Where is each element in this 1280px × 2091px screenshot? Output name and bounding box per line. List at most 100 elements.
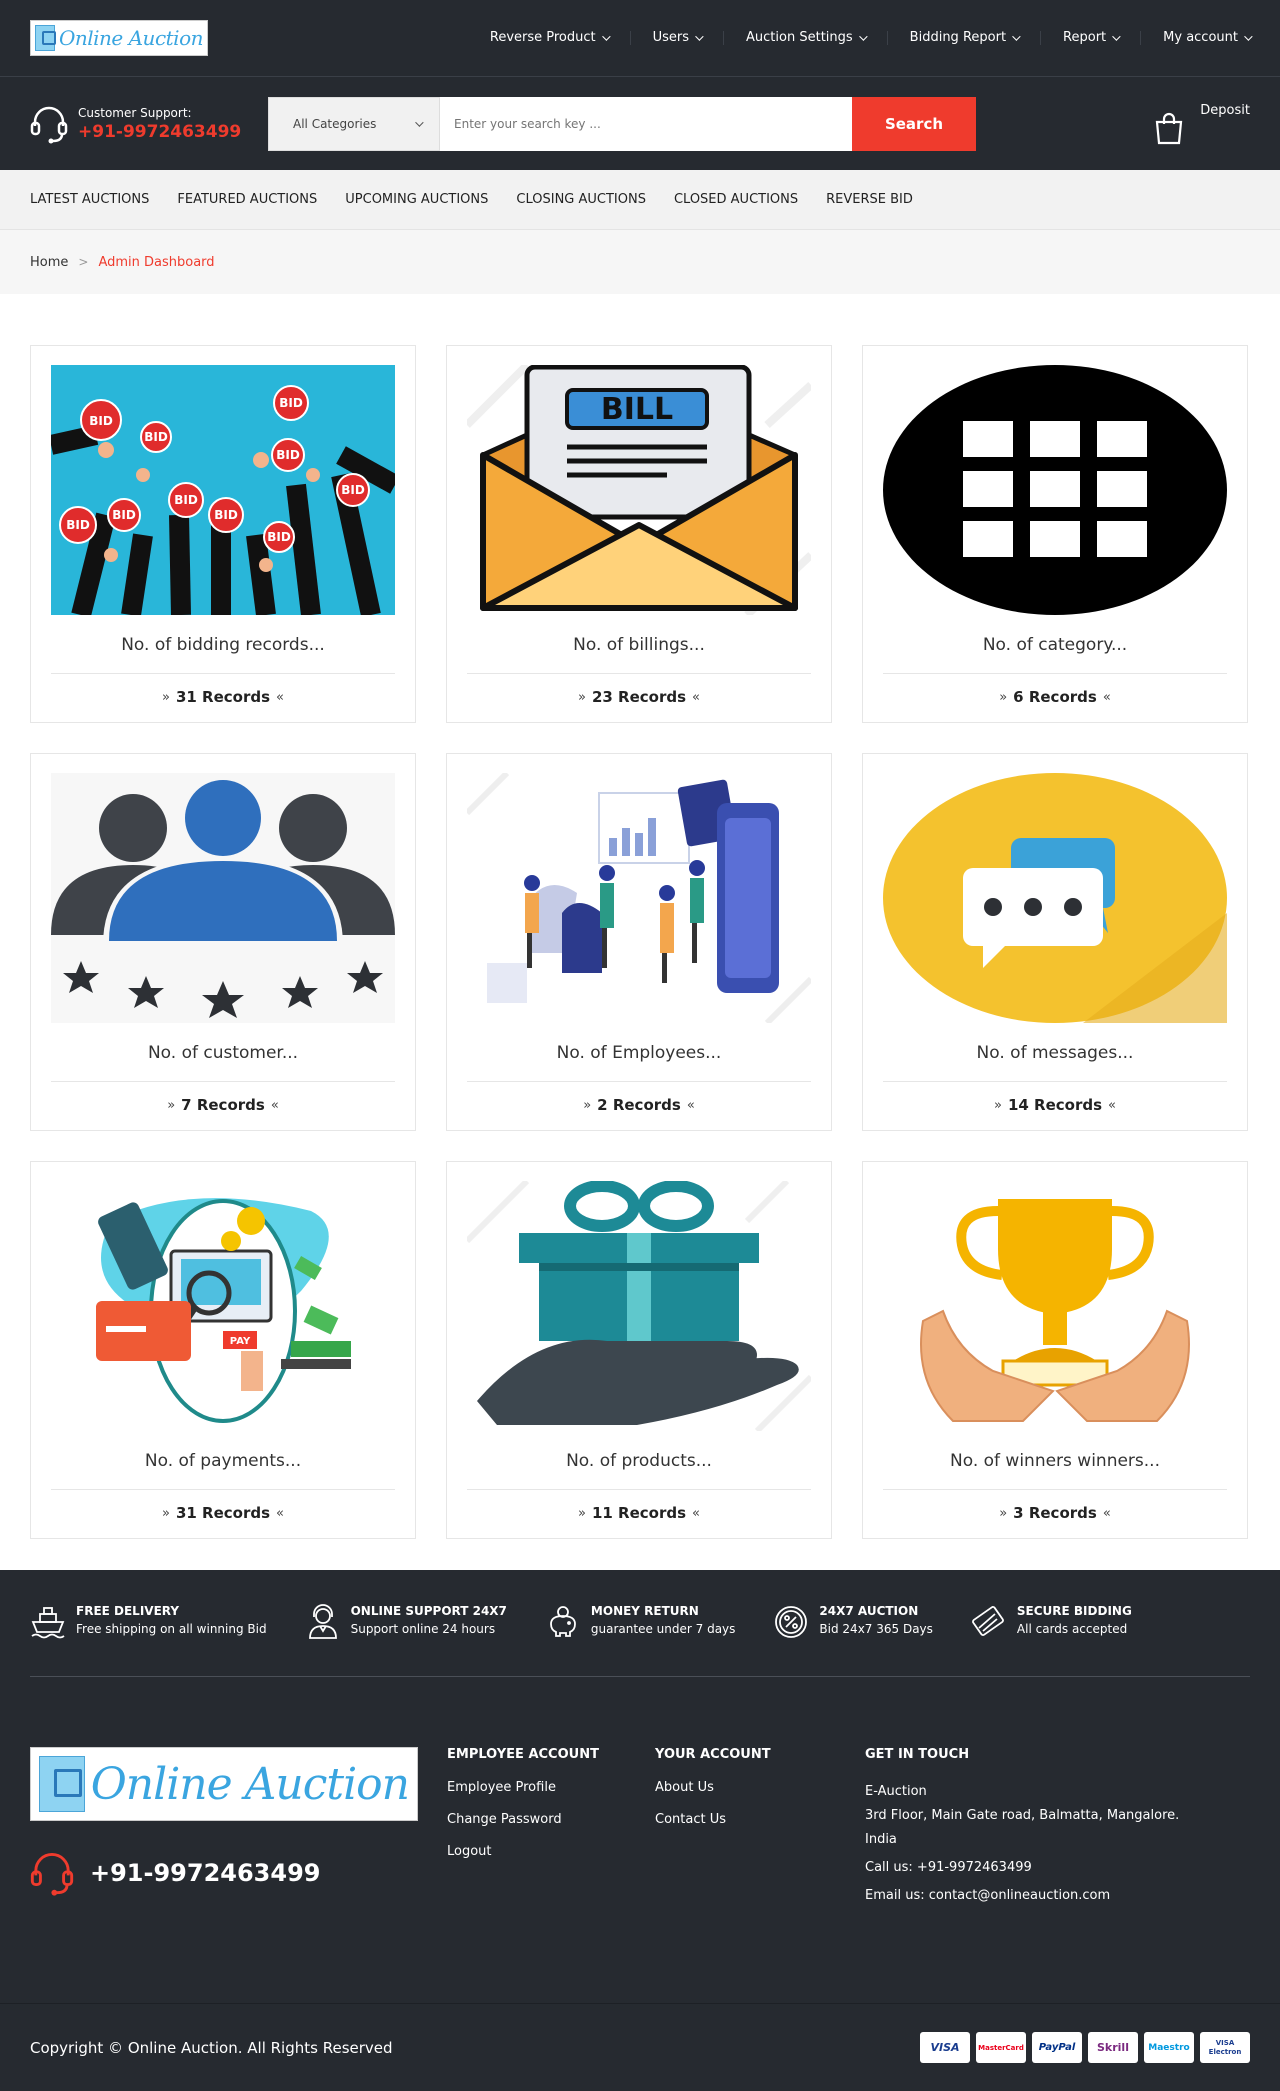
footer-link-contact-us[interactable]: Contact Us (655, 1812, 865, 1827)
nav-closed-auctions[interactable]: CLOSED AUCTIONS (674, 192, 798, 207)
maestro-icon: Maestro (1144, 2032, 1194, 2063)
payment-illustration-image: PAY (51, 1181, 395, 1431)
deposit-link[interactable]: Deposit (1154, 103, 1250, 145)
nav-reverse-bid[interactable]: REVERSE BID (826, 192, 913, 207)
footer-link-about-us[interactable]: About Us (655, 1780, 865, 1795)
nav-auction-settings[interactable]: Auction Settings (724, 31, 888, 45)
support-label: Customer Support: (78, 105, 192, 120)
card-category[interactable]: No. of category... » 6 Records « (862, 345, 1248, 723)
search-button[interactable]: Search (852, 96, 976, 151)
footer-link-employee-profile[interactable]: Employee Profile (447, 1780, 655, 1795)
nav-featured-auctions[interactable]: FEATURED AUCTIONS (177, 192, 317, 207)
bill-envelope-image: BILL (467, 365, 811, 615)
copyright-text: Copyright © Online Auction. All Rights R… (30, 2038, 393, 2057)
footer-logo-text: Online Auction (90, 1758, 410, 1810)
card-products[interactable]: No. of products... » 11 Records « (446, 1161, 832, 1539)
double-chevron-right-icon: » (999, 689, 1008, 705)
nav-upcoming-auctions[interactable]: UPCOMING AUCTIONS (345, 192, 488, 207)
nav-users[interactable]: Users (631, 31, 725, 45)
piggy-bank-icon (550, 1606, 576, 1637)
gavel-logo-icon (35, 25, 56, 51)
card-records[interactable]: » 31 Records « (162, 688, 284, 706)
bid-label-text: BID (89, 414, 113, 428)
card-divider (51, 673, 395, 674)
double-chevron-right-icon: » (167, 1097, 176, 1113)
card-records[interactable]: » 11 Records « (578, 1504, 700, 1522)
card-records[interactable]: » 31 Records « (162, 1504, 284, 1522)
card-billings[interactable]: BILL No. of billings... » 23 Records « (446, 345, 832, 723)
card-employees[interactable]: No. of Employees... » 2 Records « (446, 753, 832, 1131)
card-divider (51, 1489, 395, 1490)
breadcrumb: Home > Admin Dashboard (0, 230, 1280, 294)
double-chevron-right-icon: » (577, 1505, 586, 1521)
card-image: PAY (51, 1181, 395, 1431)
employees-illustration-image (467, 773, 811, 1023)
card-title: No. of messages... (976, 1043, 1134, 1063)
card-messages[interactable]: No. of messages... » 14 Records « (862, 753, 1248, 1131)
payment-methods: VISA MasterCard PayPal Skrill Maestro VI… (920, 2032, 1250, 2063)
footer-link-change-password[interactable]: Change Password (447, 1812, 655, 1827)
records-count: 31 Records (175, 688, 271, 706)
feature-title: ONLINE SUPPORT 24X7 (350, 1604, 507, 1618)
bid-label-text: BID (341, 483, 365, 497)
card-image (883, 1181, 1227, 1431)
double-chevron-left-icon: « (1108, 1097, 1117, 1113)
category-nav: LATEST AUCTIONS FEATURED AUCTIONS UPCOMI… (0, 170, 1280, 230)
footer-call[interactable]: Call us: +91-9972463499 (865, 1856, 1185, 1880)
paypal-icon: PayPal (1032, 2032, 1082, 2063)
pay-label-text: PAY (230, 1336, 251, 1347)
footer-email[interactable]: Email us: contact@onlineauction.com (865, 1884, 1185, 1908)
nav-my-account[interactable]: My account (1141, 31, 1253, 45)
nav-report[interactable]: Report (1041, 31, 1142, 45)
card-records[interactable]: » 23 Records « (578, 688, 700, 706)
card-image (883, 773, 1227, 1023)
search-box: All Categories Search (268, 96, 976, 151)
card-winners[interactable]: No. of winners winners... » 3 Records « (862, 1161, 1248, 1539)
nav-closing-auctions[interactable]: CLOSING AUCTIONS (516, 192, 646, 207)
card-divider (467, 1489, 811, 1490)
card-image (883, 365, 1227, 615)
card-records[interactable]: » 14 Records « (994, 1096, 1116, 1114)
card-records[interactable]: » 6 Records « (999, 688, 1111, 706)
support-phone[interactable]: +91-9972463499 (78, 122, 241, 142)
double-chevron-left-icon: « (1102, 1505, 1111, 1521)
percent-badge-icon (775, 1606, 808, 1638)
footer-link-logout[interactable]: Logout (447, 1844, 655, 1859)
nav-label: Bidding Report (909, 30, 1007, 45)
chevron-down-icon (1012, 32, 1021, 41)
card-records[interactable]: » 7 Records « (167, 1096, 279, 1114)
card-bidding-records[interactable]: BID BID BID BID BID BID BID BID BID BID … (30, 345, 416, 723)
logo-text: Online Auction (58, 26, 204, 50)
nav-bidding-report[interactable]: Bidding Report (888, 30, 1042, 45)
search-bar: Customer Support: +91-9972463499 All Cat… (0, 76, 1280, 170)
site-logo[interactable]: Online Auction (30, 20, 208, 56)
card-records[interactable]: » 2 Records « (583, 1096, 695, 1114)
footer-main: Online Auction +91-9972463499 EMPLOYEE A… (0, 1677, 1280, 1962)
nav-latest-auctions[interactable]: LATEST AUCTIONS (30, 192, 149, 207)
customer-support: Customer Support: +91-9972463499 (30, 104, 250, 144)
card-payments[interactable]: PAY No. of payments... » 31 Records « (30, 1161, 416, 1539)
feature-subtitle: All cards accepted (1016, 1622, 1128, 1636)
card-customer[interactable]: No. of customer... » 7 Records « (30, 753, 416, 1131)
card-title: No. of payments... (144, 1451, 302, 1471)
card-divider (883, 1081, 1227, 1082)
card-image (467, 773, 811, 1023)
nav-reverse-product[interactable]: Reverse Product (468, 31, 631, 45)
feature-subtitle: Bid 24x7 365 Days (819, 1622, 933, 1636)
feature-subtitle: Support online 24 hours (350, 1622, 496, 1636)
footer-logo[interactable]: Online Auction (30, 1747, 418, 1821)
card-records[interactable]: » 3 Records « (999, 1504, 1111, 1522)
visa-electron-icon: VISA Electron (1200, 2032, 1250, 2063)
breadcrumb-home[interactable]: Home (30, 255, 68, 270)
card-title: No. of products... (566, 1451, 712, 1471)
bid-label-text: BID (279, 396, 303, 410)
footer-get-in-touch: GET IN TOUCH E-Auction 3rd Floor, Main G… (865, 1747, 1185, 1962)
category-select[interactable]: All Categories (268, 96, 440, 151)
card-image (467, 1181, 811, 1431)
records-count: 2 Records (597, 1096, 681, 1114)
main-nav: Reverse Product Users Auction Settings B… (468, 0, 1253, 76)
search-input[interactable] (440, 96, 852, 151)
ship-icon (31, 1607, 65, 1639)
footer-phone[interactable]: +91-9972463499 (30, 1849, 447, 1897)
records-count: 11 Records (591, 1504, 687, 1522)
